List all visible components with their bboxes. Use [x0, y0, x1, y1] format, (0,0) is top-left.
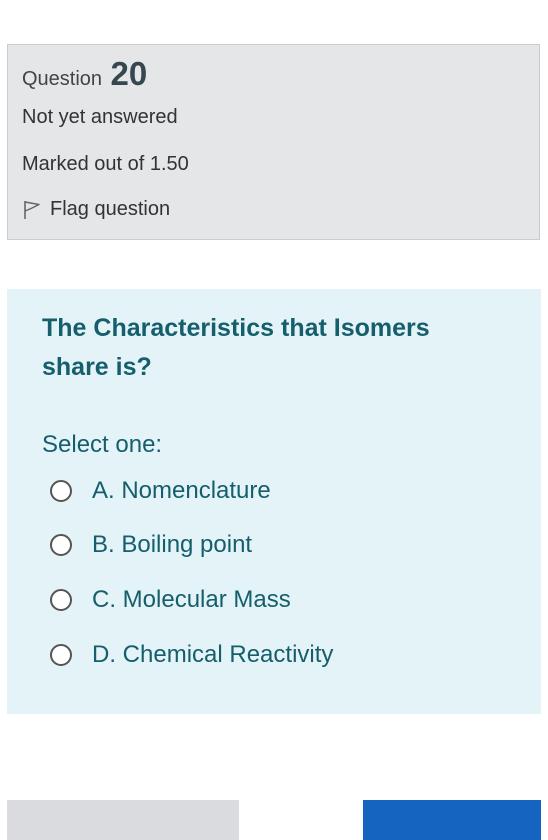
flag-icon: [24, 200, 40, 219]
option-a-label: A. Nomenclature: [92, 477, 271, 504]
option-c-label: C. Molecular Mass: [92, 586, 291, 613]
flag-question-link[interactable]: Flag question: [22, 198, 170, 221]
option-d[interactable]: D. Chemical Reactivity: [50, 641, 333, 669]
option-a[interactable]: A. Nomenclature: [50, 477, 271, 505]
flag-question-label: Flag question: [50, 198, 171, 220]
option-d-label: D. Chemical Reactivity: [92, 641, 334, 668]
option-b-label: B. Boiling point: [92, 531, 253, 558]
option-c[interactable]: C. Molecular Mass: [50, 586, 291, 614]
question-panel: The Characteristics that Isomers share i…: [7, 289, 541, 714]
select-one-prompt: Select one:: [42, 431, 163, 458]
previous-page-button[interactable]: [7, 800, 239, 840]
question-number: 20: [110, 55, 148, 92]
question-label: Question: [22, 68, 103, 90]
radio-d[interactable]: [50, 644, 72, 666]
next-page-button[interactable]: [363, 800, 541, 840]
radio-c[interactable]: [50, 589, 72, 611]
question-header: Question 20: [22, 55, 147, 93]
answer-status: Not yet answered: [22, 106, 178, 128]
radio-b[interactable]: [50, 534, 72, 556]
marks-info: Marked out of 1.50: [22, 153, 189, 175]
question-info-panel: Question 20 Not yet answered Marked out …: [7, 44, 540, 240]
option-b[interactable]: B. Boiling point: [50, 531, 252, 559]
radio-a[interactable]: [50, 480, 72, 502]
question-text: The Characteristics that Isomers share i…: [42, 314, 430, 381]
